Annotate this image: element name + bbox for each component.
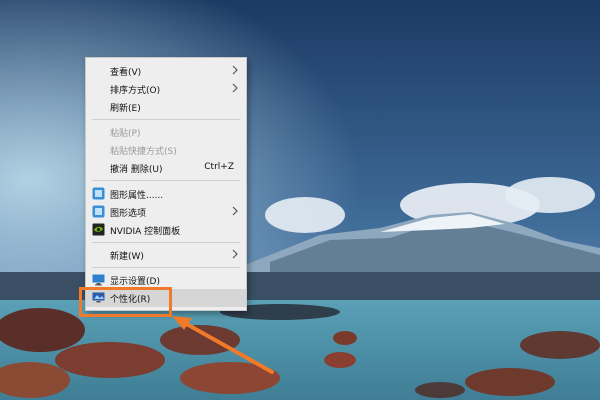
menu-item-label: 刷新(E) (110, 104, 141, 114)
menu-item-graphics-options[interactable]: 图形选项 (86, 203, 246, 221)
chevron-right-icon (232, 249, 238, 259)
menu-separator (92, 242, 240, 243)
menu-item-graphics-properties[interactable]: 图形属性...... (86, 185, 246, 203)
menu-item-new[interactable]: 新建(W) (86, 246, 246, 264)
menu-item-label: NVIDIA 控制面板 (110, 227, 181, 237)
intel-graphics-icon (92, 205, 105, 218)
menu-separator (92, 180, 240, 181)
menu-item-label: 图形选项 (110, 209, 147, 219)
menu-separator (92, 267, 240, 268)
desktop[interactable]: 查看(V) 排序方式(O) 刷新(E) 粘贴(P) 粘贴快捷方式(S) 撤消 删… (0, 0, 600, 400)
intel-graphics-icon (92, 187, 105, 200)
menu-separator (92, 119, 240, 120)
chevron-right-icon (232, 65, 238, 75)
menu-item-label: 粘贴快捷方式(S) (110, 147, 177, 157)
nvidia-icon (92, 223, 105, 236)
desktop-context-menu: 查看(V) 排序方式(O) 刷新(E) 粘贴(P) 粘贴快捷方式(S) 撤消 删… (85, 57, 247, 311)
chevron-right-icon (232, 83, 238, 93)
menu-item-label: 粘贴(P) (110, 129, 141, 139)
chevron-right-icon (232, 206, 238, 216)
menu-item-paste[interactable]: 粘贴(P) (86, 123, 246, 141)
menu-item-nvidia-control-panel[interactable]: NVIDIA 控制面板 (86, 221, 246, 239)
menu-item-label: 撤消 删除(U) (110, 165, 163, 175)
menu-item-label: 排序方式(O) (110, 86, 161, 96)
menu-item-refresh[interactable]: 刷新(E) (86, 98, 246, 116)
menu-item-paste-shortcut[interactable]: 粘贴快捷方式(S) (86, 141, 246, 159)
menu-item-label: 查看(V) (110, 68, 142, 78)
menu-item-label: 新建(W) (110, 252, 144, 262)
menu-item-view[interactable]: 查看(V) (86, 62, 246, 80)
menu-item-label: 显示设置(D) (110, 277, 160, 287)
menu-item-sort-by[interactable]: 排序方式(O) (86, 80, 246, 98)
menu-item-undo-delete[interactable]: 撤消 删除(U) Ctrl+Z (86, 159, 246, 177)
display-settings-icon (92, 274, 105, 286)
highlight-box (79, 287, 172, 317)
menu-item-shortcut: Ctrl+Z (204, 162, 234, 172)
menu-item-label: 图形属性...... (110, 191, 164, 201)
